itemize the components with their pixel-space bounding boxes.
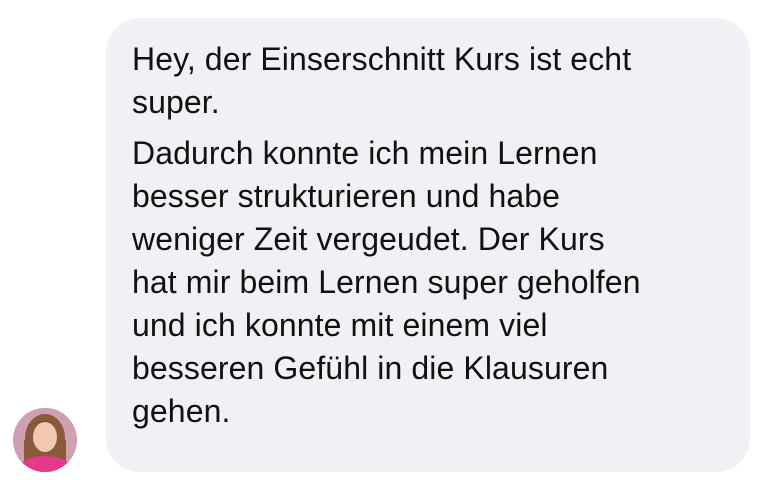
avatar-photo-icon — [13, 408, 77, 472]
chat-thread: Hey, der Einserschnitt Kurs ist echt sup… — [0, 0, 768, 480]
message-paragraph: Hey, der Einserschnitt Kurs ist echt sup… — [132, 41, 632, 120]
message-paragraph: Dadurch konnte ich mein Lernen besser st… — [132, 135, 641, 429]
sender-avatar[interactable] — [13, 408, 77, 472]
message-bubble: Hey, der Einserschnitt Kurs ist echt sup… — [106, 18, 750, 472]
